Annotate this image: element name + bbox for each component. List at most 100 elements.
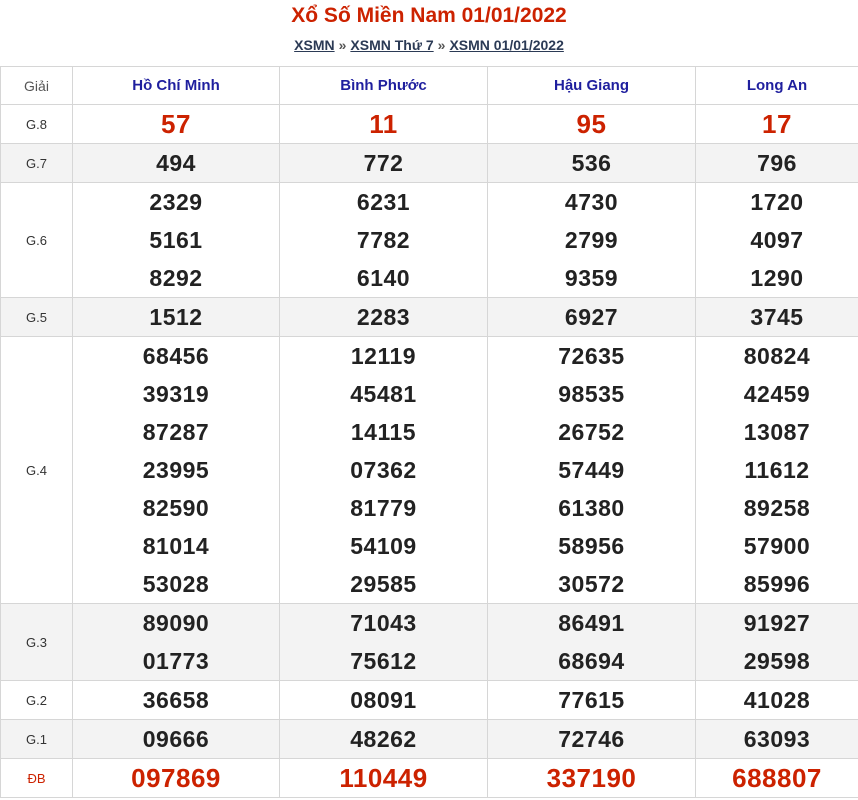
prize-number: 58956: [558, 533, 625, 559]
prize-cell: 48262: [279, 719, 488, 759]
prize-cell: 494: [72, 143, 280, 183]
province-header[interactable]: Hồ Chí Minh: [72, 66, 280, 105]
prize-cell: 77615: [487, 680, 696, 720]
prize-number: 13087: [743, 419, 811, 445]
prize-cell: 4730 2799 9359: [487, 182, 696, 298]
prize-number: 536: [571, 150, 612, 176]
prize-cell: 71043 75612: [279, 603, 488, 681]
table-row: G.3 89090 01773 71043 75612 86491 68694 91927 29…: [0, 603, 858, 681]
prize-number: 57449: [558, 457, 625, 483]
prize-number: 48262: [350, 726, 417, 752]
prize-cell: 12119 45481 14115 07362 81779 54109 29585: [279, 336, 488, 604]
prize-number: 95: [576, 109, 607, 139]
prize-number: 29585: [350, 571, 417, 597]
prize-number: 81014: [142, 533, 210, 559]
prize-number: 42459: [743, 381, 811, 407]
breadcrumb-link-xsmn[interactable]: XSMN: [294, 37, 334, 53]
province-header[interactable]: Bình Phước: [279, 66, 488, 105]
prize-cell: 6927: [487, 297, 696, 337]
prize-label: G.6: [0, 182, 73, 298]
prize-number: 87287: [142, 419, 210, 445]
prize-cell: 72746: [487, 719, 696, 759]
prize-label: G.8: [0, 104, 73, 144]
prize-label: G.2: [0, 680, 73, 720]
prize-number: 54109: [350, 533, 417, 559]
prize-cell: 68456 39319 87287 23995 82590 81014 53028: [72, 336, 280, 604]
prize-number: 17: [762, 109, 792, 139]
prize-cell: 91927 29598: [695, 603, 858, 681]
province-header[interactable]: Hậu Giang: [487, 66, 696, 105]
prize-cell: 57: [72, 104, 280, 144]
prize-number: 29598: [743, 648, 811, 674]
results-table: Giải Hồ Chí Minh Bình Phước Hậu Giang Lo…: [0, 66, 858, 798]
prize-number: 81779: [350, 495, 417, 521]
prize-number: 53028: [142, 571, 210, 597]
prize-number: 61380: [558, 495, 625, 521]
prize-label: G.7: [0, 143, 73, 183]
prize-number: 110449: [339, 763, 428, 793]
prize-cell: 80824 42459 13087 11612 89258 57900 85996: [695, 336, 858, 604]
prize-number: 8292: [149, 265, 203, 291]
prize-number: 07362: [350, 457, 417, 483]
prize-cell: 097869: [72, 758, 280, 798]
table-row: G.6 2329 5161 8292 6231 7782 6140 4730 2799 9359 1…: [0, 182, 858, 298]
prize-cell: 688807: [695, 758, 858, 798]
prize-number: 23995: [142, 457, 210, 483]
prize-number: 9359: [564, 265, 619, 291]
prize-number: 36658: [142, 687, 210, 713]
breadcrumb: XSMN» XSMN Thứ 7» XSMN 01/01/2022: [0, 32, 858, 66]
prize-cell: 63093: [695, 719, 858, 759]
prize-cell: 796: [695, 143, 858, 183]
prize-number: 72746: [558, 726, 625, 752]
table-row: G.2 36658 08091 77615 41028: [0, 680, 858, 720]
prize-cell: 89090 01773: [72, 603, 280, 681]
prize-number: 5161: [149, 227, 203, 253]
prize-number: 097869: [131, 763, 221, 793]
prize-number: 68456: [142, 343, 210, 369]
prize-cell: 6231 7782 6140: [279, 182, 488, 298]
prize-number: 11612: [744, 457, 810, 483]
prize-label: G.1: [0, 719, 73, 759]
breadcrumb-link-weekday[interactable]: XSMN Thứ 7: [350, 37, 433, 53]
prize-number: 01773: [142, 648, 210, 674]
prize-number: 14115: [350, 419, 417, 445]
breadcrumb-link-date[interactable]: XSMN 01/01/2022: [449, 37, 563, 53]
prize-number: 4730: [564, 189, 619, 215]
prize-cell: 1720 4097 1290: [695, 182, 858, 298]
prize-cell: 95: [487, 104, 696, 144]
prize-cell: 2283: [279, 297, 488, 337]
prize-number: 1720: [750, 189, 804, 215]
prize-number: 11: [369, 109, 398, 139]
prize-number: 2329: [149, 189, 203, 215]
table-header-row: Giải Hồ Chí Minh Bình Phước Hậu Giang Lo…: [0, 66, 858, 105]
breadcrumb-separator: »: [338, 37, 347, 53]
prize-cell: 2329 5161 8292: [72, 182, 280, 298]
prize-number: 6231: [356, 189, 411, 215]
breadcrumb-separator: »: [437, 37, 446, 53]
prize-number: 77615: [558, 687, 625, 713]
prize-number: 89090: [142, 610, 210, 636]
lottery-results-page: Xổ Số Miền Nam 01/01/2022 XSMN» XSMN Thứ …: [0, 0, 858, 800]
prize-number: 08091: [350, 687, 417, 713]
province-header[interactable]: Long An: [695, 66, 858, 105]
prize-cell: 110449: [279, 758, 488, 798]
prize-number: 68694: [558, 648, 625, 674]
prize-cell: 72635 98535 26752 57449 61380 58956 30572: [487, 336, 696, 604]
prize-number: 57: [161, 109, 191, 139]
prize-number: 85996: [743, 571, 811, 597]
table-row: G.4 68456 39319 87287 23995 82590 81014 53028 12…: [0, 336, 858, 604]
table-row: G.1 09666 48262 72746 63093: [0, 719, 858, 759]
prize-cell: 08091: [279, 680, 488, 720]
prize-number: 72635: [558, 343, 625, 369]
prize-cell: 337190: [487, 758, 696, 798]
prize-cell: 3745: [695, 297, 858, 337]
prize-number: 45481: [350, 381, 417, 407]
prize-number: 75612: [350, 648, 417, 674]
prize-number: 71043: [350, 610, 417, 636]
prize-cell: 772: [279, 143, 488, 183]
prize-label: G.3: [0, 603, 73, 681]
prize-number: 89258: [743, 495, 811, 521]
prize-number: 63093: [743, 726, 811, 752]
prize-number: 57900: [743, 533, 811, 559]
prize-number: 6927: [564, 304, 619, 330]
